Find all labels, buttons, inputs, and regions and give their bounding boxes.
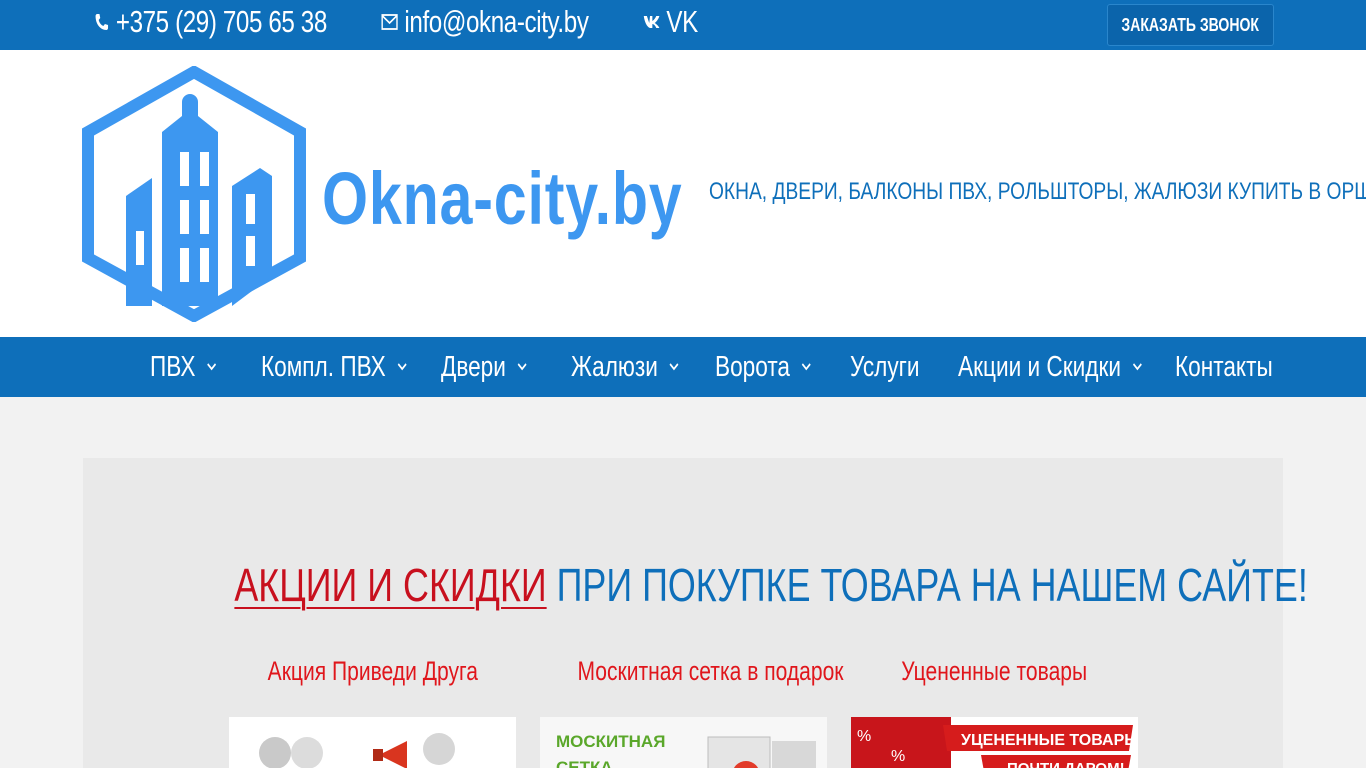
nav-item-promotions[interactable]: Акции и Скидки <box>958 337 1143 397</box>
nav-item-label: Жалюзи <box>571 350 658 383</box>
card-title-refer-friend[interactable]: Акция Приведи Друга <box>229 656 516 687</box>
nav-item-label: Ворота <box>715 350 791 383</box>
chevron-down-icon <box>517 363 527 371</box>
nav-item-gates[interactable]: Ворота <box>715 337 812 397</box>
chevron-down-icon <box>669 363 679 371</box>
promotions-headline-link[interactable]: АКЦИИ И СКИДКИ <box>234 559 546 611</box>
building-logo-icon[interactable] <box>82 66 306 322</box>
chevron-down-icon <box>397 363 407 371</box>
vk-label: VK <box>666 4 698 39</box>
phone-number: +375 (29) 705 65 38 <box>115 4 327 39</box>
nav-item-contacts[interactable]: Контакты <box>1175 337 1273 397</box>
nav-item-pvc[interactable]: ПВХ <box>150 337 217 397</box>
section-headline: АКЦИИ И СКИДКИ ПРИ ПОКУПКЕ ТОВАРА НА НАШ… <box>83 558 1307 612</box>
chevron-down-icon <box>207 363 217 371</box>
banner-text-2: ПОЧТИ ДАРОМ! <box>1007 760 1125 768</box>
nav-item-blinds[interactable]: Жалюзи <box>571 337 680 397</box>
vk-icon <box>643 15 660 29</box>
svg-text:%: % <box>891 748 905 765</box>
nav-item-label: Акции и Скидки <box>958 350 1122 383</box>
promotions-section: АКЦИИ И СКИДКИ ПРИ ПОКУПКЕ ТОВАРА НА НАШ… <box>83 458 1308 768</box>
chevron-down-icon <box>801 363 811 371</box>
order-call-label: ЗАКАЗАТЬ ЗВОНОК <box>1121 14 1260 35</box>
nav-item-label: Услуги <box>850 350 920 383</box>
banner-text-1: УЦЕНЕННЫЕ ТОВАРЫ! <box>961 732 1138 749</box>
card-title-label: Уцененные товары <box>901 656 1088 686</box>
people-megaphone-illustration <box>259 733 455 768</box>
order-call-button[interactable]: ЗАКАЗАТЬ ЗВОНОК <box>1107 4 1274 46</box>
svg-text:%: % <box>857 728 871 745</box>
headline-text: ПРИ ПОКУПКЕ ТОВАРА НА НАШЕМ САЙТЕ! <box>556 559 1308 611</box>
card-image-refer-friend[interactable] <box>229 717 516 768</box>
nav-item-label: Двери <box>441 350 506 383</box>
card-title-discounted-goods[interactable]: Уцененные товары <box>851 656 1138 687</box>
site-header: Okna-city.by ОКНА, ДВЕРИ, БАЛКОНЫ ПВХ, Р… <box>0 50 1366 337</box>
nav-item-label: Компл. ПВХ <box>261 350 386 383</box>
email-link[interactable]: info@okna-city.by <box>381 0 589 44</box>
main-navigation: ПВХ Компл. ПВХ Двери Жалюзи Ворота Услуг… <box>0 337 1366 397</box>
logo-text[interactable]: Okna-city.by <box>322 156 683 241</box>
top-bar: +375 (29) 705 65 38 info@okna-city.by VK… <box>0 0 1366 50</box>
banner-text-2: СЕТКА <box>556 758 613 768</box>
card-image-mosquito-net[interactable]: МОСКИТНАЯ СЕТКА <box>540 717 827 768</box>
banner-text-1: МОСКИТНАЯ <box>556 732 665 751</box>
site-tagline: ОКНА, ДВЕРИ, БАЛКОНЫ ПВХ, РОЛЬШТОРЫ, ЖАЛ… <box>709 178 1366 205</box>
email-address: info@okna-city.by <box>404 4 589 39</box>
nav-item-doors[interactable]: Двери <box>441 337 528 397</box>
card-title-label: Москитная сетка в подарок <box>577 656 844 686</box>
nav-item-label: Контакты <box>1175 350 1273 383</box>
mosquito-net-banner: МОСКИТНАЯ СЕТКА <box>540 717 827 768</box>
phone-link[interactable]: +375 (29) 705 65 38 <box>94 0 327 44</box>
vk-link[interactable]: VK <box>643 0 698 44</box>
chevron-down-icon <box>1132 363 1142 371</box>
discount-banner: % % УЦЕНЕННЫЕ ТОВАРЫ! ПОЧТИ ДАРОМ! <box>851 717 1138 768</box>
phone-icon <box>94 12 110 32</box>
card-image-discounted-goods[interactable]: % % УЦЕНЕННЫЕ ТОВАРЫ! ПОЧТИ ДАРОМ! <box>851 717 1138 768</box>
nav-item-label: ПВХ <box>150 350 196 383</box>
envelope-icon <box>381 13 398 31</box>
nav-item-services[interactable]: Услуги <box>850 337 920 397</box>
card-title-mosquito-net[interactable]: Москитная сетка в подарок <box>540 656 844 687</box>
card-title-label: Акция Приведи Друга <box>267 656 478 686</box>
nav-item-pvc-parts[interactable]: Компл. ПВХ <box>261 337 408 397</box>
